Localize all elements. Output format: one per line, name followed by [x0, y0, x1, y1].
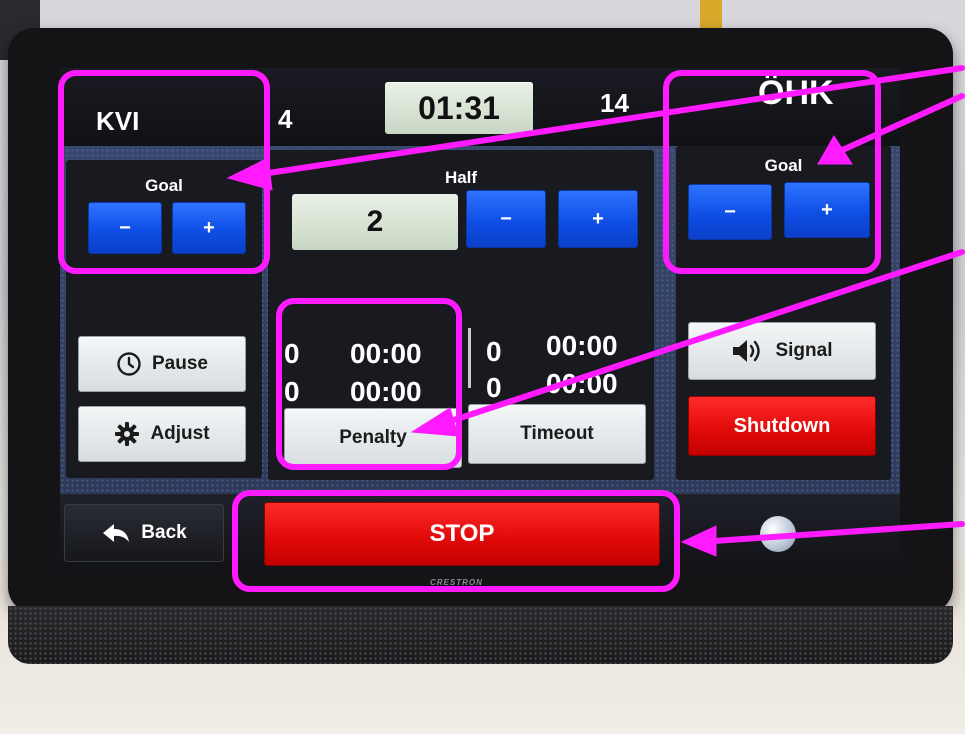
shutdown-button[interactable]: Shutdown: [688, 396, 876, 456]
clock-icon: [116, 351, 142, 377]
right-team-score: 14: [600, 88, 629, 118]
timeout-time-1: 00:00: [546, 330, 618, 361]
back-button-label: Back: [141, 522, 187, 543]
half-plus-button[interactable]: +: [558, 190, 638, 248]
timeout-count-1: 0: [486, 336, 502, 367]
signal-button[interactable]: Signal: [688, 322, 876, 380]
back-button[interactable]: Back: [64, 504, 224, 562]
adjust-button-label: Adjust: [150, 423, 210, 444]
game-clock[interactable]: 01:31: [385, 82, 533, 134]
signal-button-label: Signal: [775, 340, 833, 361]
half-value-display: 2: [292, 194, 458, 250]
pause-button[interactable]: Pause: [78, 336, 246, 392]
annotation-box-left-goal: [58, 70, 270, 274]
back-arrow-icon: [101, 522, 131, 544]
timeout-count-2: 0: [486, 372, 502, 403]
annotation-box-right-goal: [663, 70, 881, 274]
gear-icon: [114, 421, 140, 447]
speaker-icon: [731, 338, 765, 364]
annotation-box-penalty: [276, 298, 462, 470]
penalty-timeout-divider: [468, 328, 471, 388]
annotation-box-stop: [232, 490, 680, 592]
status-ball-indicator: [760, 516, 796, 552]
timeout-time-2: 00:00: [546, 368, 618, 399]
left-team-score: 4: [278, 104, 293, 134]
pause-button-label: Pause: [152, 353, 208, 374]
device-speaker-grille: [8, 606, 953, 664]
adjust-button[interactable]: Adjust: [78, 406, 246, 462]
half-label: Half: [444, 168, 478, 187]
timeout-button[interactable]: Timeout: [468, 404, 646, 464]
half-minus-button[interactable]: −: [466, 190, 546, 248]
